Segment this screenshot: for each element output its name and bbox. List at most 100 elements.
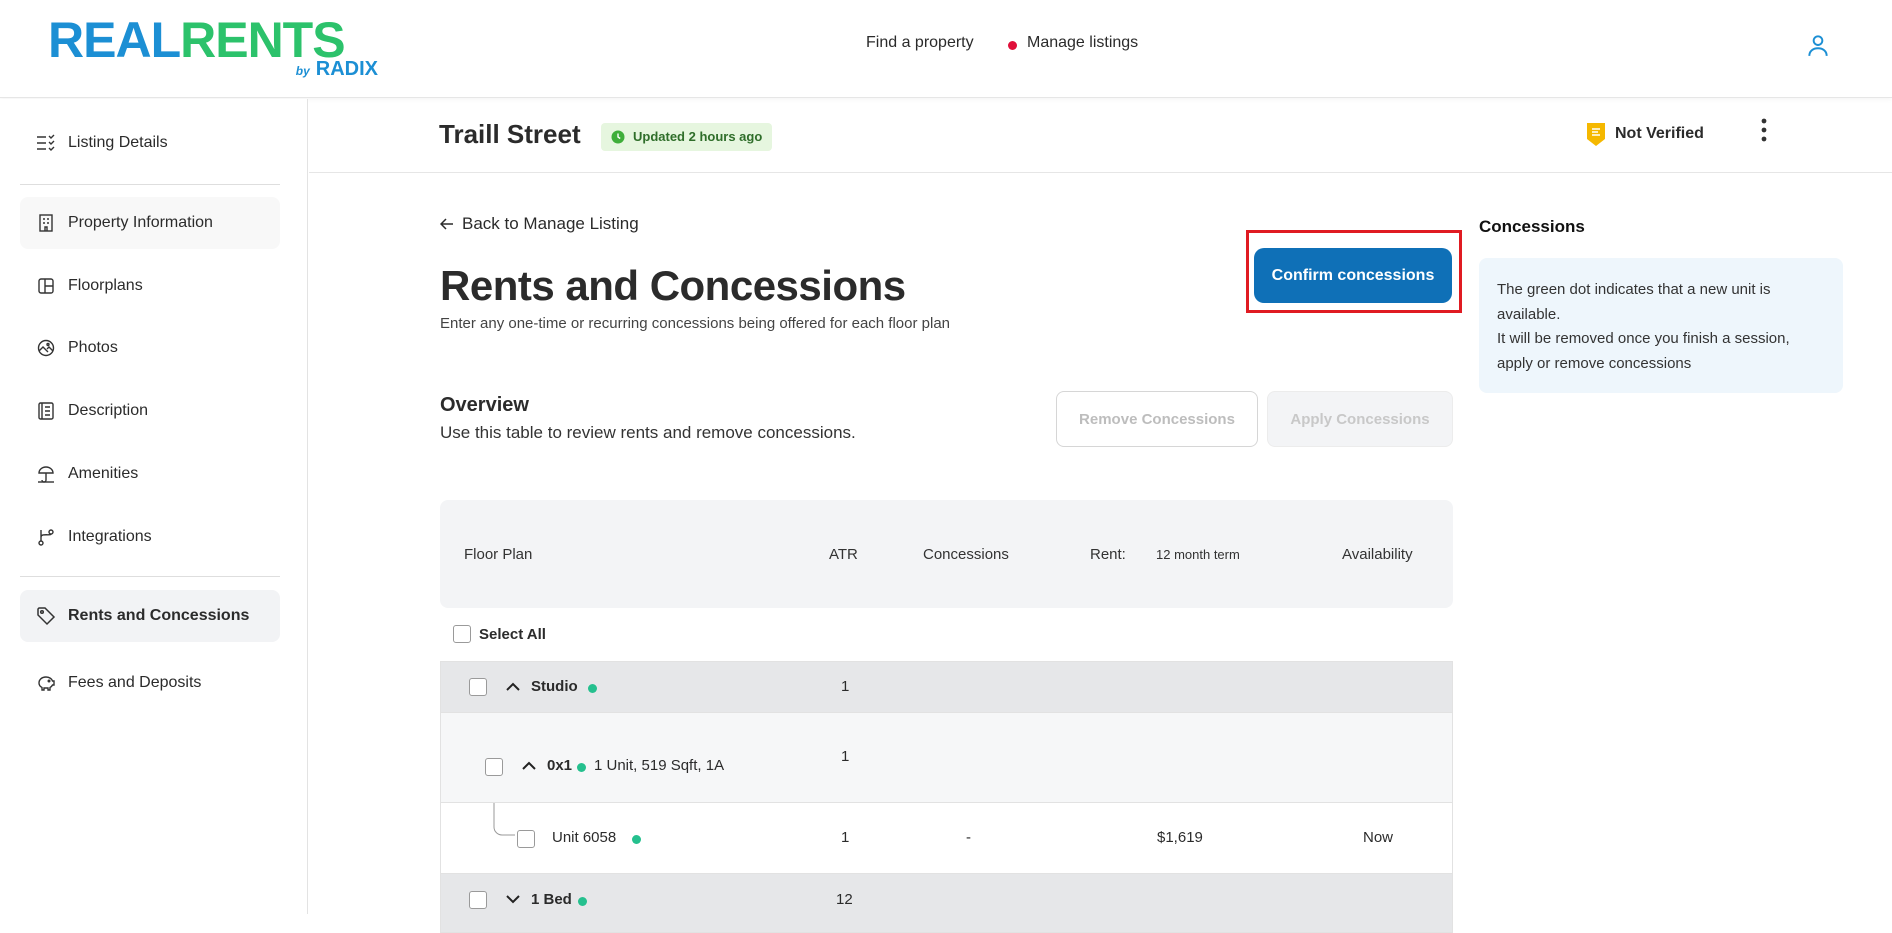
table-row-group-1-bed[interactable]: 1 Bed 12 [440, 873, 1453, 933]
sidebar-item-listing-details[interactable]: Listing Details [20, 117, 280, 169]
chevron-up-icon[interactable] [505, 679, 521, 695]
sidebar-item-label: Listing Details [68, 134, 168, 151]
logo-by: by [295, 64, 310, 78]
clock-icon [611, 130, 625, 144]
property-header: Traill Street Updated 2 hours ago Not Ve… [309, 99, 1892, 173]
logo-brand: RADIX [315, 58, 378, 80]
verification-text: Not Verified [1615, 125, 1704, 142]
not-verified-badge-icon [1587, 123, 1605, 146]
row-checkbox[interactable] [469, 891, 487, 909]
chevron-down-icon[interactable] [505, 891, 521, 907]
realrents-logo[interactable]: REALRENTS by RADIX [48, 12, 378, 82]
tree-connector [493, 803, 515, 836]
logo-real: REAL [48, 12, 181, 68]
sidebar-item-property-information[interactable]: Property Information [20, 197, 280, 249]
back-link-label: Back to Manage Listing [462, 214, 639, 233]
new-unit-dot [578, 897, 587, 906]
nav-manage-listings[interactable]: Manage listings [1027, 34, 1138, 52]
sidebar-item-integrations[interactable]: Integrations [20, 511, 280, 563]
row-checkbox[interactable] [469, 678, 487, 696]
select-all-checkbox[interactable]: Select All [453, 625, 546, 643]
property-title: Traill Street [439, 119, 581, 149]
tag-icon [37, 607, 56, 626]
page-subtitle: Enter any one-time or recurring concessi… [440, 315, 951, 332]
column-header-atr: ATR [829, 546, 858, 563]
piggy-bank-icon [38, 676, 55, 691]
atr-value: 1 [841, 829, 850, 846]
sidebar-item-floorplans[interactable]: Floorplans [20, 260, 280, 312]
sidebar-item-amenities[interactable]: Amenities [20, 448, 280, 500]
floorplan-label: 0x1 [547, 757, 573, 774]
sidebar-item-label: Description [68, 402, 149, 419]
column-header-concessions: Concessions [923, 546, 1009, 563]
remove-concessions-button[interactable]: Remove Concessions [1056, 391, 1258, 447]
sidebar-item-rents-and-concessions[interactable]: Rents and Concessions [20, 590, 280, 642]
sidebar-item-label: Floorplans [68, 277, 143, 294]
concessions-info-title: Concessions [1479, 217, 1585, 236]
sidebar-divider [20, 576, 280, 577]
availability-value: Now [1363, 829, 1394, 846]
new-unit-dot [577, 763, 586, 772]
nav-find-property[interactable]: Find a property [866, 34, 974, 52]
floorplan-icon [38, 278, 54, 294]
overview-title: Overview [440, 394, 529, 416]
sidebar-item-description[interactable]: Description [20, 385, 280, 437]
table-row-group-studio[interactable]: Studio 1 [440, 661, 1453, 713]
rent-term-selector[interactable]: 12 month term [1156, 547, 1240, 562]
checkbox[interactable] [453, 625, 471, 643]
table-row-floorplan-0x1[interactable]: 0x1 1 Unit, 519 Sqft, 1A 1 [440, 712, 1453, 803]
user-icon[interactable] [1805, 32, 1831, 58]
new-unit-dot [588, 684, 597, 693]
checklist-icon [37, 134, 55, 151]
apply-concessions-button[interactable]: Apply Concessions [1267, 391, 1453, 447]
column-header-rent: Rent: [1090, 546, 1126, 563]
sidebar-item-label: Rents and Concessions [68, 607, 250, 624]
info-line: It will be removed once you finish a ses… [1497, 330, 1790, 347]
page-title: Rents and Concessions [440, 262, 906, 309]
sidebar: Listing Details Property Information Flo… [0, 99, 308, 914]
sidebar-item-label: Fees and Deposits [68, 674, 202, 691]
new-unit-dot [632, 835, 641, 844]
active-nav-dot [1008, 41, 1017, 50]
verification-status[interactable]: Not Verified [1585, 119, 1704, 149]
description-icon [38, 402, 54, 420]
floorplan-group-label: Studio [531, 678, 578, 695]
unit-label: Unit 6058 [552, 829, 617, 846]
column-header-availability: Availability [1342, 546, 1413, 563]
atr-value: 1 [841, 678, 850, 695]
sidebar-item-label: Integrations [68, 528, 152, 545]
row-checkbox[interactable] [517, 830, 535, 848]
updated-badge: Updated 2 hours ago [601, 123, 773, 151]
confirm-concessions-button[interactable]: Confirm concessions [1254, 248, 1452, 303]
floorplan-detail: 1 Unit, 519 Sqft, 1A [594, 757, 725, 774]
chevron-up-icon[interactable] [521, 758, 537, 774]
info-line: available. [1497, 305, 1561, 323]
column-header-floor-plan: Floor Plan [464, 546, 533, 563]
info-line: apply or remove concessions [1497, 354, 1692, 372]
atr-value: 12 [836, 891, 853, 908]
concessions-value: - [966, 829, 971, 846]
floorplan-group-label: 1 Bed [531, 891, 572, 908]
overview-subtitle: Use this table to review rents and remov… [440, 423, 856, 442]
table-header: Floor Plan ATR Concessions Rent: 12 mont… [440, 500, 1453, 608]
photos-icon [37, 339, 55, 357]
top-navigation-bar: REALRENTS by RADIX Find a property Manage… [0, 0, 1892, 98]
sidebar-item-photos[interactable]: Photos [20, 322, 280, 374]
info-line: The green dot indicates that a new unit … [1497, 281, 1771, 298]
arrow-left-icon [440, 218, 453, 230]
row-checkbox[interactable] [485, 758, 503, 776]
building-icon [39, 214, 53, 232]
sidebar-item-fees-and-deposits[interactable]: Fees and Deposits [20, 657, 280, 709]
back-to-manage-listing-link[interactable]: Back to Manage Listing [440, 214, 639, 234]
more-options-icon[interactable] [1754, 117, 1774, 143]
rent-value: $1,619 [1157, 829, 1203, 846]
sidebar-item-label: Property Information [68, 214, 213, 231]
sidebar-item-label: Photos [68, 339, 118, 356]
integrations-icon [38, 529, 54, 546]
table-row-unit-6058[interactable]: Unit 6058 1 - $1,619 Now [440, 802, 1453, 874]
atr-value: 1 [841, 748, 850, 765]
select-all-label: Select All [479, 625, 546, 643]
sidebar-item-label: Amenities [68, 465, 139, 482]
concessions-info-box: The green dot indicates that a new unit … [1479, 258, 1843, 393]
sidebar-divider [20, 184, 280, 185]
